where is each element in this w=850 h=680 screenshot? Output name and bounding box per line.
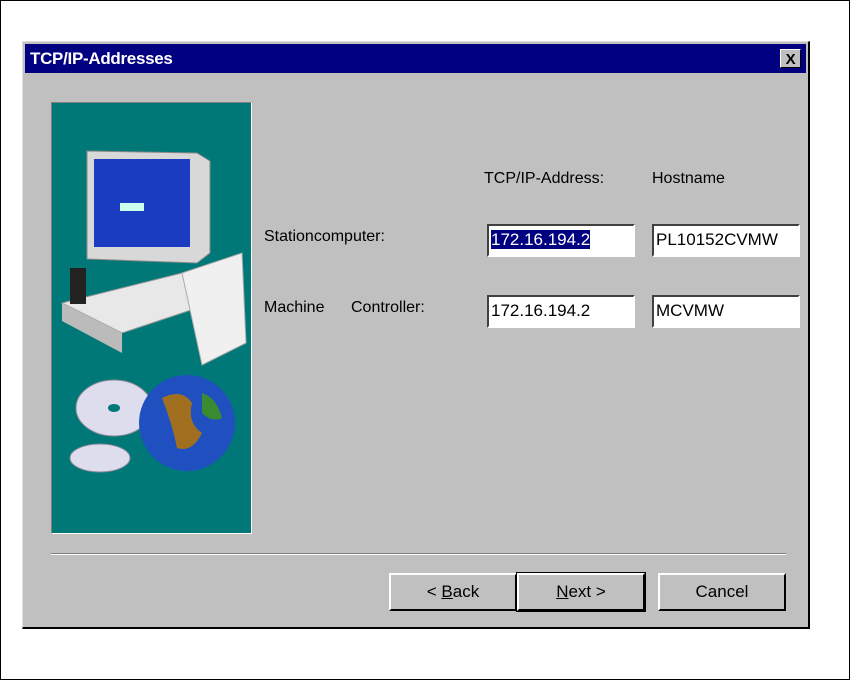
close-button[interactable]: X (780, 49, 801, 68)
cancel-button[interactable]: Cancel (658, 573, 786, 611)
back-prefix: < (426, 582, 442, 601)
controller-address-input[interactable]: 172.16.194.2 (487, 295, 635, 328)
globe-icon (139, 375, 235, 471)
next-button[interactable]: Next > (516, 572, 646, 612)
selected-text: 172.16.194.2 (491, 230, 591, 249)
stationcomputer-hostname-input[interactable]: PL10152CVMW (652, 224, 800, 257)
stationcomputer-address-input[interactable]: 172.16.194.2 (487, 224, 635, 257)
monitor-icon (86, 150, 211, 264)
next-rest: ext > (568, 582, 606, 601)
tcpip-dialog: TCP/IP-Addresses X TCP/IP-Address: Hostn… (22, 41, 810, 629)
stationcomputer-label: Stationcomputer: (264, 228, 385, 245)
computer-case-icon (60, 252, 247, 366)
controller-label: Controller: (351, 299, 425, 316)
back-rest: ack (452, 582, 480, 601)
window-title: TCP/IP-Addresses (30, 49, 173, 68)
divider (51, 553, 786, 555)
back-button[interactable]: < Back (389, 573, 517, 611)
title-bar: TCP/IP-Addresses X (25, 44, 806, 73)
next-accel: N (556, 582, 569, 601)
back-accel: B (441, 582, 453, 601)
computer-globe-illustration (60, 150, 247, 473)
wizard-illustration (51, 102, 252, 534)
column-header-address: TCP/IP-Address: (484, 170, 605, 187)
machine-label: Machine (264, 299, 325, 316)
column-header-hostname: Hostname (652, 170, 725, 187)
controller-hostname-input[interactable]: MCVMW (652, 295, 800, 328)
